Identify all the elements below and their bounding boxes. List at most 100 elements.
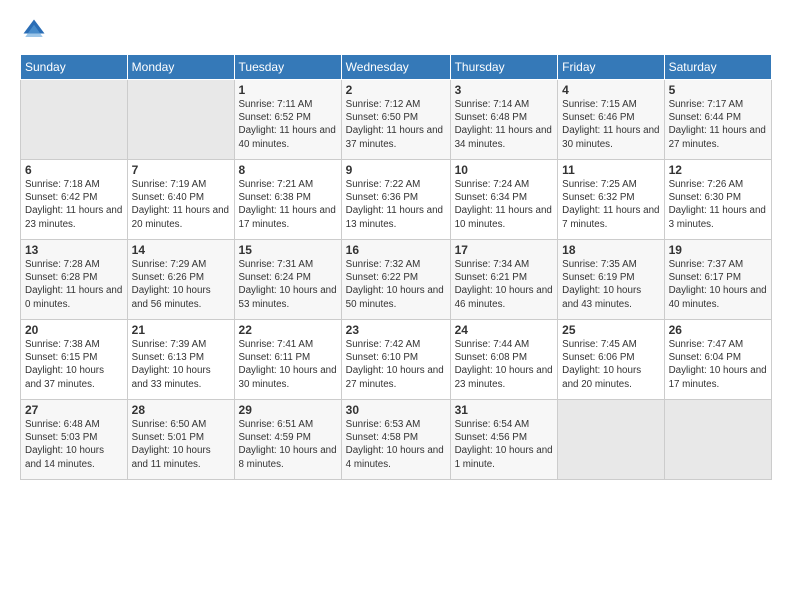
calendar-cell [558, 400, 664, 480]
day-info: Sunrise: 7:24 AM Sunset: 6:34 PM Dayligh… [455, 178, 554, 231]
calendar-week-2: 6Sunrise: 7:18 AM Sunset: 6:42 PM Daylig… [21, 160, 772, 240]
calendar-cell: 26Sunrise: 7:47 AM Sunset: 6:04 PM Dayli… [664, 320, 771, 400]
calendar-cell: 25Sunrise: 7:45 AM Sunset: 6:06 PM Dayli… [558, 320, 664, 400]
day-info: Sunrise: 7:11 AM Sunset: 6:52 PM Dayligh… [239, 98, 337, 151]
day-number: 22 [239, 323, 337, 337]
calendar-cell [21, 80, 128, 160]
calendar-cell: 24Sunrise: 7:44 AM Sunset: 6:08 PM Dayli… [450, 320, 558, 400]
day-number: 8 [239, 163, 337, 177]
day-info: Sunrise: 7:42 AM Sunset: 6:10 PM Dayligh… [346, 338, 446, 391]
calendar-cell: 8Sunrise: 7:21 AM Sunset: 6:38 PM Daylig… [234, 160, 341, 240]
day-number: 18 [562, 243, 659, 257]
calendar-cell: 13Sunrise: 7:28 AM Sunset: 6:28 PM Dayli… [21, 240, 128, 320]
calendar-week-1: 1Sunrise: 7:11 AM Sunset: 6:52 PM Daylig… [21, 80, 772, 160]
day-number: 29 [239, 403, 337, 417]
calendar-cell: 22Sunrise: 7:41 AM Sunset: 6:11 PM Dayli… [234, 320, 341, 400]
day-number: 19 [669, 243, 767, 257]
calendar-cell: 2Sunrise: 7:12 AM Sunset: 6:50 PM Daylig… [341, 80, 450, 160]
day-info: Sunrise: 7:39 AM Sunset: 6:13 PM Dayligh… [132, 338, 230, 391]
day-info: Sunrise: 7:29 AM Sunset: 6:26 PM Dayligh… [132, 258, 230, 311]
calendar-cell: 23Sunrise: 7:42 AM Sunset: 6:10 PM Dayli… [341, 320, 450, 400]
day-number: 21 [132, 323, 230, 337]
day-number: 12 [669, 163, 767, 177]
day-info: Sunrise: 7:22 AM Sunset: 6:36 PM Dayligh… [346, 178, 446, 231]
day-info: Sunrise: 7:41 AM Sunset: 6:11 PM Dayligh… [239, 338, 337, 391]
day-number: 17 [455, 243, 554, 257]
day-number: 4 [562, 83, 659, 97]
calendar-cell: 5Sunrise: 7:17 AM Sunset: 6:44 PM Daylig… [664, 80, 771, 160]
day-info: Sunrise: 6:54 AM Sunset: 4:56 PM Dayligh… [455, 418, 554, 471]
logo [20, 16, 52, 44]
day-info: Sunrise: 7:17 AM Sunset: 6:44 PM Dayligh… [669, 98, 767, 151]
calendar-cell: 7Sunrise: 7:19 AM Sunset: 6:40 PM Daylig… [127, 160, 234, 240]
calendar-cell: 4Sunrise: 7:15 AM Sunset: 6:46 PM Daylig… [558, 80, 664, 160]
calendar-cell: 11Sunrise: 7:25 AM Sunset: 6:32 PM Dayli… [558, 160, 664, 240]
calendar-table: Sunday Monday Tuesday Wednesday Thursday… [20, 54, 772, 480]
day-number: 16 [346, 243, 446, 257]
calendar-cell [127, 80, 234, 160]
day-info: Sunrise: 7:47 AM Sunset: 6:04 PM Dayligh… [669, 338, 767, 391]
day-number: 24 [455, 323, 554, 337]
day-info: Sunrise: 7:19 AM Sunset: 6:40 PM Dayligh… [132, 178, 230, 231]
calendar-body: 1Sunrise: 7:11 AM Sunset: 6:52 PM Daylig… [21, 80, 772, 480]
day-number: 13 [25, 243, 123, 257]
calendar-cell: 1Sunrise: 7:11 AM Sunset: 6:52 PM Daylig… [234, 80, 341, 160]
calendar-cell [664, 400, 771, 480]
calendar-cell: 3Sunrise: 7:14 AM Sunset: 6:48 PM Daylig… [450, 80, 558, 160]
day-info: Sunrise: 7:28 AM Sunset: 6:28 PM Dayligh… [25, 258, 123, 311]
calendar-week-5: 27Sunrise: 6:48 AM Sunset: 5:03 PM Dayli… [21, 400, 772, 480]
day-info: Sunrise: 6:51 AM Sunset: 4:59 PM Dayligh… [239, 418, 337, 471]
header-monday: Monday [127, 55, 234, 80]
calendar-cell: 16Sunrise: 7:32 AM Sunset: 6:22 PM Dayli… [341, 240, 450, 320]
day-number: 27 [25, 403, 123, 417]
day-info: Sunrise: 7:35 AM Sunset: 6:19 PM Dayligh… [562, 258, 659, 311]
day-number: 20 [25, 323, 123, 337]
day-info: Sunrise: 7:21 AM Sunset: 6:38 PM Dayligh… [239, 178, 337, 231]
day-number: 1 [239, 83, 337, 97]
day-number: 10 [455, 163, 554, 177]
day-number: 9 [346, 163, 446, 177]
calendar-cell: 6Sunrise: 7:18 AM Sunset: 6:42 PM Daylig… [21, 160, 128, 240]
header-thursday: Thursday [450, 55, 558, 80]
day-info: Sunrise: 7:37 AM Sunset: 6:17 PM Dayligh… [669, 258, 767, 311]
day-info: Sunrise: 7:44 AM Sunset: 6:08 PM Dayligh… [455, 338, 554, 391]
calendar-cell: 10Sunrise: 7:24 AM Sunset: 6:34 PM Dayli… [450, 160, 558, 240]
calendar-cell: 29Sunrise: 6:51 AM Sunset: 4:59 PM Dayli… [234, 400, 341, 480]
calendar-cell: 9Sunrise: 7:22 AM Sunset: 6:36 PM Daylig… [341, 160, 450, 240]
day-number: 11 [562, 163, 659, 177]
day-number: 2 [346, 83, 446, 97]
day-number: 14 [132, 243, 230, 257]
calendar-cell: 30Sunrise: 6:53 AM Sunset: 4:58 PM Dayli… [341, 400, 450, 480]
calendar-cell: 20Sunrise: 7:38 AM Sunset: 6:15 PM Dayli… [21, 320, 128, 400]
calendar-cell: 28Sunrise: 6:50 AM Sunset: 5:01 PM Dayli… [127, 400, 234, 480]
day-number: 30 [346, 403, 446, 417]
day-info: Sunrise: 7:12 AM Sunset: 6:50 PM Dayligh… [346, 98, 446, 151]
calendar-cell: 21Sunrise: 7:39 AM Sunset: 6:13 PM Dayli… [127, 320, 234, 400]
calendar-cell: 15Sunrise: 7:31 AM Sunset: 6:24 PM Dayli… [234, 240, 341, 320]
day-info: Sunrise: 6:53 AM Sunset: 4:58 PM Dayligh… [346, 418, 446, 471]
day-info: Sunrise: 7:25 AM Sunset: 6:32 PM Dayligh… [562, 178, 659, 231]
day-info: Sunrise: 7:34 AM Sunset: 6:21 PM Dayligh… [455, 258, 554, 311]
header-friday: Friday [558, 55, 664, 80]
header [20, 16, 772, 44]
calendar-cell: 31Sunrise: 6:54 AM Sunset: 4:56 PM Dayli… [450, 400, 558, 480]
calendar-cell: 19Sunrise: 7:37 AM Sunset: 6:17 PM Dayli… [664, 240, 771, 320]
day-info: Sunrise: 7:18 AM Sunset: 6:42 PM Dayligh… [25, 178, 123, 231]
calendar-week-3: 13Sunrise: 7:28 AM Sunset: 6:28 PM Dayli… [21, 240, 772, 320]
day-number: 31 [455, 403, 554, 417]
day-info: Sunrise: 7:45 AM Sunset: 6:06 PM Dayligh… [562, 338, 659, 391]
calendar-cell: 18Sunrise: 7:35 AM Sunset: 6:19 PM Dayli… [558, 240, 664, 320]
day-number: 25 [562, 323, 659, 337]
day-number: 15 [239, 243, 337, 257]
day-number: 28 [132, 403, 230, 417]
day-info: Sunrise: 7:26 AM Sunset: 6:30 PM Dayligh… [669, 178, 767, 231]
day-number: 7 [132, 163, 230, 177]
page: Sunday Monday Tuesday Wednesday Thursday… [0, 0, 792, 612]
day-info: Sunrise: 7:15 AM Sunset: 6:46 PM Dayligh… [562, 98, 659, 151]
day-info: Sunrise: 7:14 AM Sunset: 6:48 PM Dayligh… [455, 98, 554, 151]
day-info: Sunrise: 7:32 AM Sunset: 6:22 PM Dayligh… [346, 258, 446, 311]
calendar-cell: 14Sunrise: 7:29 AM Sunset: 6:26 PM Dayli… [127, 240, 234, 320]
day-info: Sunrise: 6:48 AM Sunset: 5:03 PM Dayligh… [25, 418, 123, 471]
calendar-header: Sunday Monday Tuesday Wednesday Thursday… [21, 55, 772, 80]
calendar-week-4: 20Sunrise: 7:38 AM Sunset: 6:15 PM Dayli… [21, 320, 772, 400]
